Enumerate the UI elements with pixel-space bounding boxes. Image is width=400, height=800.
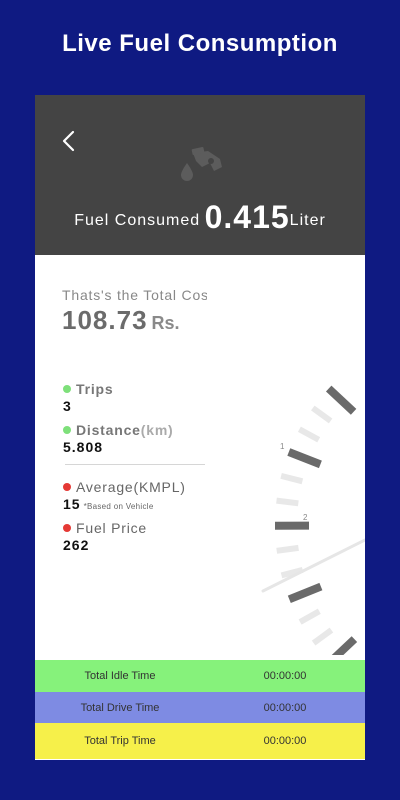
average-unit: (KMPL) — [133, 479, 186, 495]
header: Fuel Consumed 0.415Liter — [35, 95, 365, 255]
fuel-consumed-label: Fuel Consumed — [74, 212, 201, 229]
stat-fuel-price: Fuel Price 262 — [63, 520, 147, 553]
section-divider — [65, 464, 205, 465]
status-dot-green — [63, 426, 71, 434]
gauge-tick-label: 1 — [280, 442, 285, 451]
distance-label: Distance — [76, 422, 141, 438]
gauge-major-tick — [325, 385, 357, 415]
status-dot-red — [63, 483, 71, 491]
trips-value: 3 — [63, 398, 72, 414]
average-label: Average — [76, 479, 134, 495]
back-button[interactable] — [57, 125, 85, 159]
gauge-minor-tick — [297, 426, 321, 443]
chevron-left-icon — [62, 130, 75, 152]
page-banner-title: Live Fuel Consumption — [62, 30, 338, 57]
stat-average: Average (KMPL) 15 *Based on Vehicle — [63, 479, 186, 512]
drive-time-value: 00:00:00 — [263, 701, 307, 714]
gauge-minor-tick — [311, 627, 334, 646]
average-value: 15 — [63, 496, 81, 512]
gauge-minor-tick — [298, 608, 321, 625]
trips-label: Trips — [76, 381, 114, 397]
gauge-major-tick — [331, 636, 358, 655]
fuel-price-label: Fuel Price — [76, 520, 148, 536]
gauge-minor-tick — [276, 497, 299, 507]
gauge-major-tick — [287, 448, 322, 469]
fuel-pump-icon — [181, 147, 222, 181]
gauge-tick-label: 2 — [303, 513, 308, 522]
currency-unit: Rs. — [151, 313, 180, 333]
distance-unit: (km) — [140, 422, 174, 438]
total-cost-label: Thats's the Total Cost — [62, 287, 207, 303]
trip-time-value: 00:00:00 — [263, 735, 307, 747]
fuel-price-value: 262 — [63, 537, 90, 553]
idle-time-row: Total Idle Time 00:00:00 — [35, 660, 365, 692]
idle-time-value: 00:00:00 — [263, 670, 307, 682]
distance-value: 5.808 — [63, 439, 104, 455]
fuel-consumed-row: Fuel Consumed 0.415Liter — [35, 199, 365, 236]
average-note: *Based on Vehicle — [83, 502, 154, 511]
gauge-minor-tick — [280, 472, 304, 485]
total-cost-amount: 108.73 — [62, 305, 148, 335]
gauge-major-tick — [287, 582, 323, 604]
stat-distance: Distance (km) 5.808 — [63, 422, 174, 455]
total-cost-value: 108.73 Rs. — [62, 305, 180, 336]
time-summary: Total Idle Time 00:00:00 Total Drive Tim… — [35, 660, 365, 759]
gauge-minor-tick — [311, 405, 333, 424]
gauge-minor-tick — [276, 544, 299, 554]
stat-trips: Trips 3 — [63, 381, 113, 414]
trip-time-row: Total Trip Time 00:00:00 — [35, 723, 365, 759]
app-screen: Fuel Consumed 0.415Liter 1 2 Thats's the… — [35, 95, 365, 760]
status-dot-red — [63, 524, 71, 532]
speedometer-gauge: 1 2 — [261, 385, 365, 655]
trip-time-label: Total Trip Time — [84, 735, 156, 747]
fuel-consumed-unit: Liter — [289, 212, 326, 229]
status-dot-green — [63, 385, 71, 393]
fuel-consumed-value: 0.415 — [204, 199, 290, 235]
drive-time-label: Total Drive Time — [80, 701, 160, 714]
idle-time-label: Total Idle Time — [84, 670, 156, 682]
drive-time-row: Total Drive Time 00:00:00 — [35, 692, 365, 723]
